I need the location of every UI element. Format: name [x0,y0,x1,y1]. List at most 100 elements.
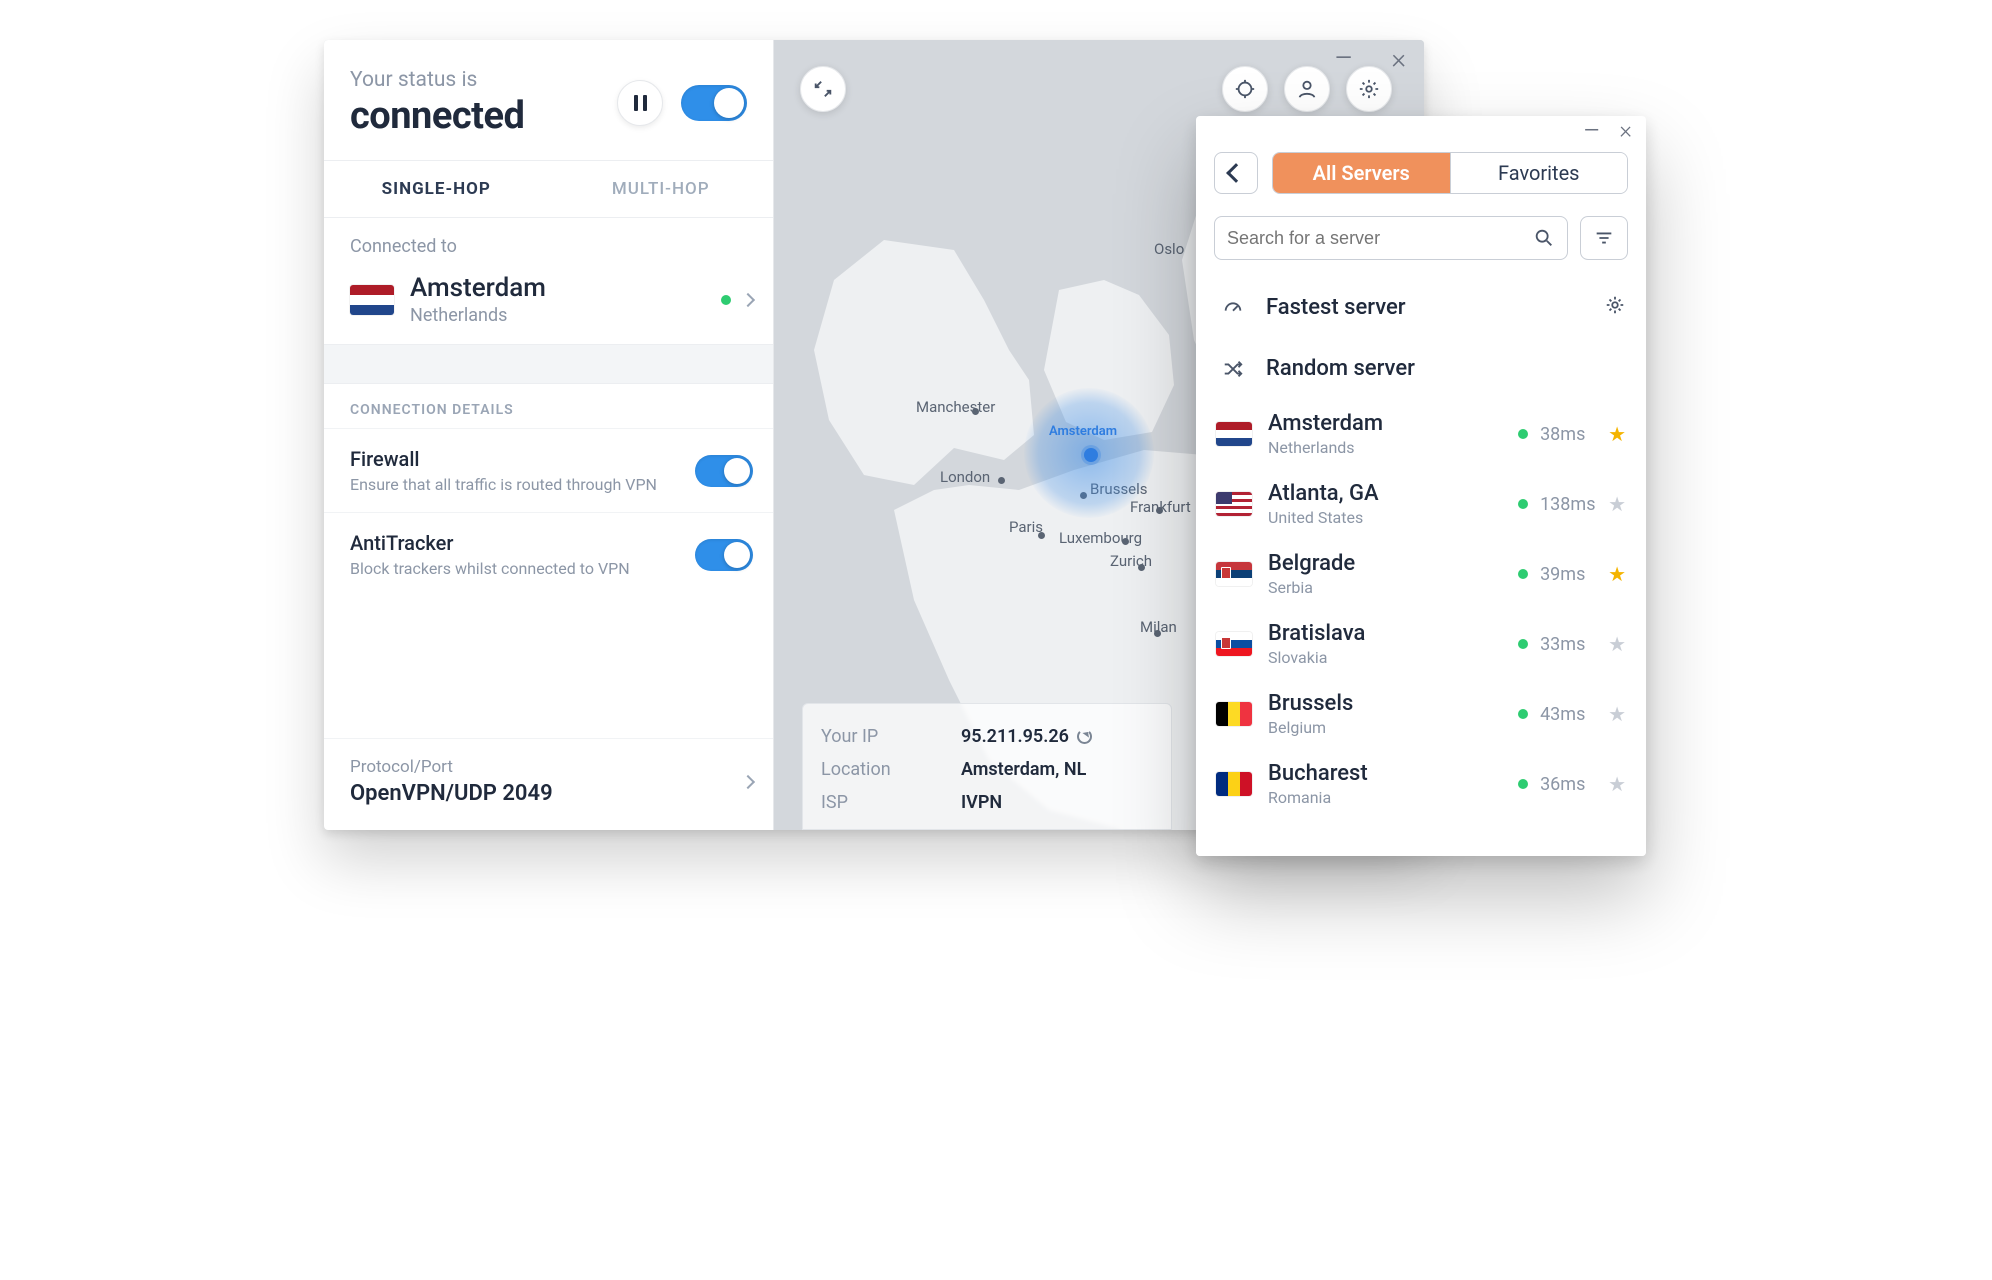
crosshair-icon [1234,78,1256,100]
side-panel: Your status is connected SINGLE-HOP MULT… [324,40,774,830]
server-meta: 33ms★ [1518,632,1626,656]
server-text: BrusselsBelgium [1268,691,1518,737]
settings-button[interactable] [1346,66,1392,112]
tab-multi-hop[interactable]: MULTI-HOP [549,161,774,217]
collapse-button[interactable] [800,66,846,112]
antitracker-text: AntiTracker Block trackers whilst connec… [350,531,630,578]
fastest-server-row[interactable]: Fastest server [1196,276,1646,338]
isp-value: IVPN [961,792,1002,813]
toggle-knob [714,88,744,118]
toggle-knob [724,542,750,568]
location-label: Location [821,759,961,780]
collapse-icon [812,78,834,100]
random-label: Random server [1266,356,1626,381]
locate-button[interactable] [1222,66,1268,112]
connected-server-row[interactable]: Amsterdam Netherlands [324,265,773,344]
favorite-star-button[interactable]: ★ [1608,562,1626,586]
window-minimize-button[interactable]: — [1584,118,1600,142]
server-city: Brussels [1268,691,1518,716]
ip-row: Your IP 95.211.95.26 [821,720,1153,753]
segment-all-servers[interactable]: All Servers [1273,153,1450,193]
gauge-icon [1216,296,1250,318]
status-dot-icon [1518,709,1528,719]
server-city: Bucharest [1268,761,1518,786]
chevron-right-icon [741,292,755,306]
pause-icon [634,95,647,111]
filter-button[interactable] [1580,216,1628,260]
random-server-row[interactable]: Random server [1196,338,1646,399]
isp-label: ISP [821,792,961,813]
server-country: Slovakia [1268,648,1518,667]
status-dot-icon [1518,639,1528,649]
favorite-star-button[interactable]: ★ [1608,422,1626,446]
search-icon [1533,227,1555,249]
window-close-button[interactable]: × [1391,42,1406,75]
city-label-zurich: Zurich [1110,552,1152,570]
favorite-star-button[interactable]: ★ [1608,632,1626,656]
amsterdam-dot-icon [1084,448,1098,462]
ip-info-card: Your IP 95.211.95.26 Location Amsterdam,… [802,703,1172,830]
server-city: Amsterdam [1268,411,1518,436]
window-close-button[interactable]: × [1619,116,1632,144]
isp-row: ISP IVPN [821,786,1153,819]
arrow-left-icon [1226,163,1246,183]
location-value: Amsterdam, NL [961,759,1086,780]
ip-label: Your IP [821,726,961,747]
server-latency: 36ms [1540,774,1596,795]
server-meta: 43ms★ [1518,702,1626,726]
server-row[interactable]: BelgradeSerbia39ms★ [1196,539,1646,609]
refresh-icon[interactable] [1077,729,1092,744]
server-city: Atlanta, GA [1268,481,1518,506]
connected-country: Netherlands [410,305,721,326]
chevron-right-icon [741,774,755,788]
city-label-luxembourg: Luxembourg [1059,529,1142,547]
city-dot-icon [998,477,1005,484]
server-meta: 38ms★ [1518,422,1626,446]
connection-toggle[interactable] [681,85,747,121]
search-row [1196,208,1646,270]
status-state: connected [350,94,524,138]
server-row[interactable]: Amsterdam Netherlands38ms★ [1196,399,1646,469]
city-label-paris: Paris [1009,518,1043,536]
account-button[interactable] [1284,66,1330,112]
server-country: Romania [1268,788,1518,807]
firewall-text: Firewall Ensure that all traffic is rout… [350,447,657,494]
flag-netherlands-icon [350,285,394,315]
status-dot-icon [1518,429,1528,439]
antitracker-row: AntiTracker Block trackers whilst connec… [324,512,773,596]
server-city: Bratislava [1268,621,1518,646]
back-button[interactable] [1214,152,1258,194]
flag-icon [1216,702,1252,726]
favorite-star-button[interactable]: ★ [1608,772,1626,796]
status-text-wrap: Your status is connected [350,68,524,138]
server-row[interactable]: Bratislava Slovakia33ms★ [1196,609,1646,679]
favorite-star-button[interactable]: ★ [1608,492,1626,516]
server-row[interactable]: BrusselsBelgium43ms★ [1196,679,1646,749]
location-row: Location Amsterdam, NL [821,753,1153,786]
pause-button[interactable] [617,80,663,126]
antitracker-toggle[interactable] [695,539,753,571]
fastest-settings-button[interactable] [1604,294,1626,320]
firewall-toggle[interactable] [695,455,753,487]
server-text: Bratislava Slovakia [1268,621,1518,667]
segment-favorites[interactable]: Favorites [1451,153,1628,193]
server-country: Netherlands [1268,438,1518,457]
flag-icon [1216,772,1252,796]
server-row[interactable]: Bucharest Romania 36ms ★ [1196,749,1646,819]
server-text: Bucharest Romania [1268,761,1518,807]
favorite-star-button[interactable]: ★ [1608,702,1626,726]
status-dot-icon [1518,779,1528,789]
protocol-row[interactable]: Protocol/Port OpenVPN/UDP 2049 [324,738,773,830]
server-meta: 138ms★ [1518,492,1626,516]
server-header: All Servers Favorites [1196,144,1646,208]
tab-single-hop[interactable]: SINGLE-HOP [324,161,549,217]
search-input[interactable] [1227,228,1533,249]
search-box[interactable] [1214,216,1568,260]
user-icon [1296,78,1318,100]
server-row[interactable]: Atlanta, GAUnited States138ms★ [1196,469,1646,539]
window-minimize-button[interactable]: — [1335,46,1352,71]
server-meta: 36ms ★ [1518,772,1626,796]
city-label-london: London [940,468,990,486]
connected-name-block: Amsterdam Netherlands [410,273,721,326]
status-controls [617,80,747,126]
